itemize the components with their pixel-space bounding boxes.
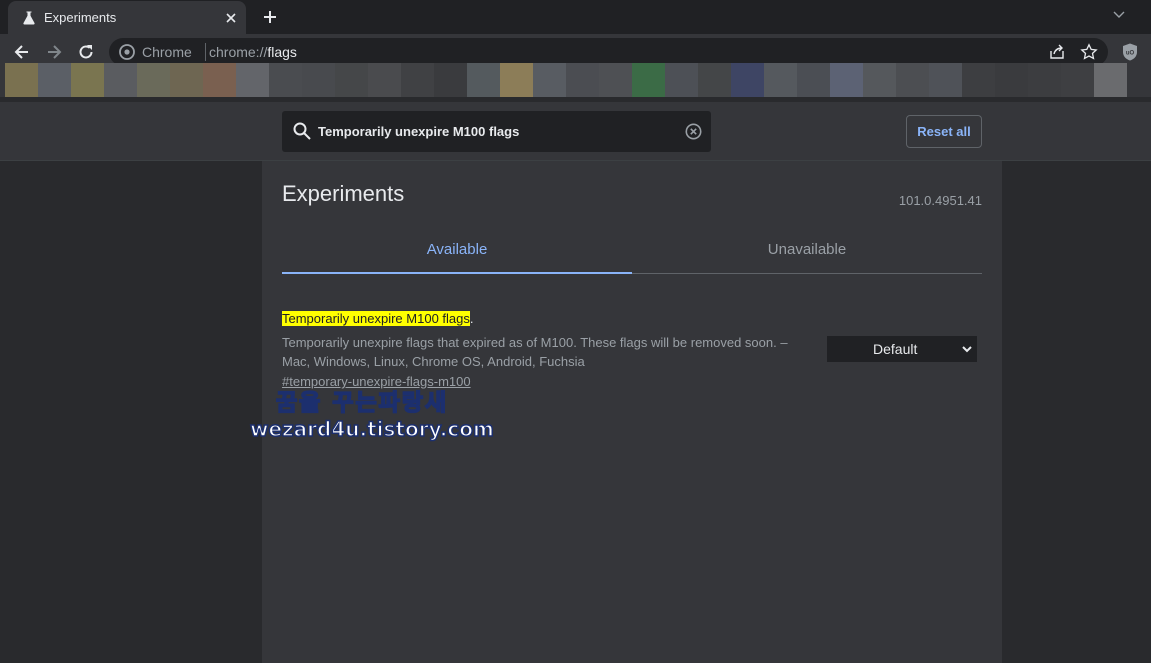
version-number: 101.0.4951.41 — [898, 193, 982, 208]
bookmark-item[interactable] — [104, 63, 137, 97]
flask-icon — [23, 11, 35, 25]
chevron-down-icon — [962, 346, 972, 353]
forward-arrow-icon[interactable] — [44, 42, 64, 62]
search-highlight: Temporarily unexpire M100 flags — [282, 311, 470, 326]
bookmark-item[interactable] — [170, 63, 203, 97]
bookmark-item[interactable] — [302, 63, 335, 97]
back-arrow-icon[interactable] — [12, 42, 32, 62]
bookmark-item[interactable] — [797, 63, 830, 97]
bookmark-item[interactable] — [962, 63, 995, 97]
url-path: flags — [267, 44, 297, 60]
tab-unavailable[interactable]: Unavailable — [632, 225, 982, 274]
chrome-logo-icon — [119, 44, 135, 60]
bookmark-item[interactable] — [995, 63, 1028, 97]
experiment-title: Temporarily unexpire M100 flags. — [282, 311, 982, 326]
tab-available[interactable]: Available — [282, 225, 632, 274]
bookmark-item[interactable] — [863, 63, 896, 97]
tab-list: Available Unavailable — [282, 225, 982, 274]
reset-all-button[interactable]: Reset all — [906, 115, 982, 148]
bookmark-item[interactable] — [269, 63, 302, 97]
star-icon[interactable] — [1080, 43, 1098, 61]
svg-text:uO: uO — [1126, 51, 1135, 57]
bookmark-item[interactable] — [1028, 63, 1061, 97]
watermark-korean-text: 꿈을 꾸는파랑새 — [275, 389, 449, 417]
url-text: chrome://flags — [209, 44, 297, 60]
flags-header: Temporarily unexpire M100 flags Reset al… — [0, 102, 1151, 161]
close-icon[interactable] — [222, 9, 240, 27]
bookmark-item[interactable] — [764, 63, 797, 97]
page-title: Experiments — [282, 181, 405, 206]
bookmark-item[interactable] — [929, 63, 962, 97]
tab-experiments[interactable]: Experiments — [8, 1, 246, 34]
search-value: Temporarily unexpire M100 flags — [318, 124, 520, 139]
bookmark-item[interactable] — [533, 63, 566, 97]
url-scheme: chrome:// — [209, 44, 268, 60]
selected-option: Default — [873, 341, 918, 357]
bookmark-item[interactable] — [434, 63, 467, 97]
bookmark-item[interactable] — [599, 63, 632, 97]
bookmarks-bar — [0, 63, 1151, 97]
new-tab-plus-icon[interactable] — [260, 7, 280, 27]
bookmark-item[interactable] — [38, 63, 71, 97]
tab-strip: Experiments — [0, 0, 1151, 34]
bookmark-item[interactable] — [137, 63, 170, 97]
search-input[interactable]: Temporarily unexpire M100 flags — [282, 111, 711, 152]
bookmark-item[interactable] — [335, 63, 368, 97]
address-bar[interactable]: Chrome chrome://flags — [109, 38, 1108, 66]
clear-search-icon[interactable] — [685, 123, 702, 140]
watermark: 꿈을 꾸는파랑새 wezard4u.tistory.com — [248, 383, 494, 445]
bookmark-item[interactable] — [401, 63, 434, 97]
bookmark-item[interactable] — [731, 63, 764, 97]
experiment-state-select[interactable]: Default — [827, 336, 977, 362]
bookmark-item[interactable] — [5, 63, 38, 97]
omnibox-separator — [205, 43, 206, 61]
search-icon — [293, 122, 311, 140]
bookmark-item[interactable] — [1094, 63, 1127, 97]
bookmark-item[interactable] — [236, 63, 269, 97]
bookmark-item[interactable] — [698, 63, 731, 97]
bookmark-item[interactable] — [368, 63, 401, 97]
bookmark-item[interactable] — [467, 63, 500, 97]
bookmark-item[interactable] — [71, 63, 104, 97]
bookmark-item[interactable] — [203, 63, 236, 97]
bookmark-item[interactable] — [896, 63, 929, 97]
bookmark-item[interactable] — [566, 63, 599, 97]
experiment-title-suffix: . — [469, 311, 474, 326]
share-icon[interactable] — [1048, 43, 1066, 61]
chevron-down-icon[interactable] — [1111, 6, 1127, 22]
watermark-url-text: wezard4u.tistory.com — [249, 416, 494, 442]
ublock-shield-icon[interactable]: uO — [1120, 42, 1140, 62]
bookmark-item[interactable] — [632, 63, 665, 97]
bookmark-item[interactable] — [1061, 63, 1094, 97]
bookmark-item[interactable] — [665, 63, 698, 97]
tab-title: Experiments — [44, 10, 117, 25]
bookmark-item[interactable] — [500, 63, 533, 97]
experiment-description: Temporarily unexpire flags that expired … — [282, 335, 788, 369]
omnibox-chrome-label: Chrome — [142, 44, 192, 60]
bookmark-item[interactable] — [830, 63, 863, 97]
reload-icon[interactable] — [76, 42, 96, 62]
